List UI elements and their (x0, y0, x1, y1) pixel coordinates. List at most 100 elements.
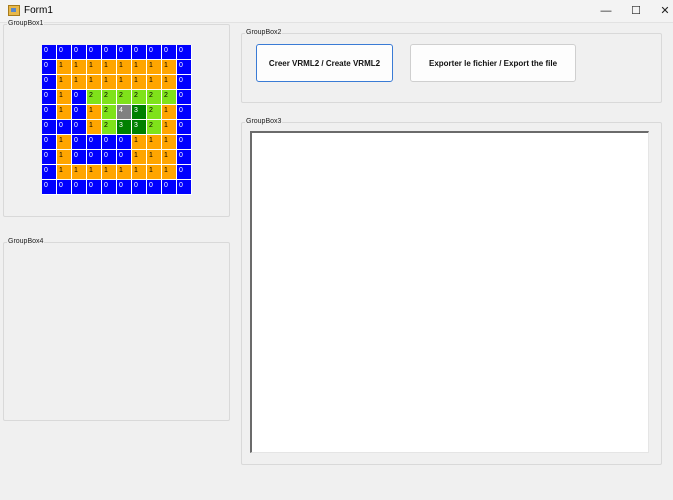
grid-cell: 0 (177, 90, 192, 105)
grid-cell: 0 (117, 180, 132, 195)
grid-cell: 1 (132, 135, 147, 150)
grid-cell: 1 (102, 75, 117, 90)
maximize-icon: ☐ (631, 5, 641, 17)
grid-cell: 1 (132, 60, 147, 75)
grid-cell: 0 (42, 150, 57, 165)
grid-cell: 1 (57, 75, 72, 90)
maximize-button[interactable]: ☐ (622, 0, 650, 22)
grid-cell: 1 (162, 120, 177, 135)
grid-cell: 2 (87, 90, 102, 105)
grid-cell: 0 (177, 180, 192, 195)
grid-cell: 2 (102, 90, 117, 105)
minimize-button[interactable]: — (592, 0, 620, 22)
grid-cell: 1 (87, 165, 102, 180)
grid-cell: 0 (102, 180, 117, 195)
grid-cell: 0 (42, 75, 57, 90)
grid-cell: 1 (147, 135, 162, 150)
grid-cell: 2 (132, 90, 147, 105)
grid-cell: 1 (87, 60, 102, 75)
grid-cell: 0 (87, 135, 102, 150)
grid-cell: 1 (87, 120, 102, 135)
grid-cell: 1 (57, 150, 72, 165)
grid-cell: 0 (42, 90, 57, 105)
grid-cell: 1 (57, 90, 72, 105)
grid-cell: 0 (42, 60, 57, 75)
grid-cell: 0 (57, 45, 72, 60)
grid-cell: 0 (42, 135, 57, 150)
groupbox4 (3, 242, 230, 421)
window-title: Form1 (24, 5, 53, 16)
minimize-icon: — (600, 5, 612, 17)
grid-cell: 1 (162, 60, 177, 75)
grid-cell: 1 (147, 75, 162, 90)
grid-cell: 0 (72, 120, 87, 135)
grid-cell: 0 (102, 45, 117, 60)
grid-cell: 2 (162, 90, 177, 105)
grid-cell: 1 (87, 105, 102, 120)
cell-grid: 0000000000011111111001111111100102222220… (42, 45, 192, 195)
grid-cell: 2 (117, 90, 132, 105)
grid-cell: 2 (147, 105, 162, 120)
grid-cell: 1 (162, 165, 177, 180)
grid-cell: 0 (147, 45, 162, 60)
grid-cell: 0 (177, 120, 192, 135)
grid-cell: 1 (117, 60, 132, 75)
grid-cell: 1 (132, 165, 147, 180)
grid-cell: 0 (87, 45, 102, 60)
grid-cell: 0 (177, 75, 192, 90)
grid-cell: 0 (177, 45, 192, 60)
grid-cell: 0 (102, 135, 117, 150)
grid-cell: 1 (102, 60, 117, 75)
grid-cell: 2 (147, 90, 162, 105)
grid-cell: 0 (117, 150, 132, 165)
close-button[interactable]: ✕ (651, 0, 673, 22)
grid-cell: 1 (102, 165, 117, 180)
create-vrml2-button[interactable]: Creer VRML2 / Create VRML2 (256, 44, 393, 82)
grid-cell: 1 (57, 60, 72, 75)
grid-cell: 0 (177, 150, 192, 165)
grid-cell: 0 (42, 45, 57, 60)
groupbox4-label: GroupBox4 (7, 238, 45, 245)
grid-cell: 0 (57, 180, 72, 195)
grid-cell: 0 (177, 105, 192, 120)
grid-cell: 0 (72, 90, 87, 105)
grid-cell: 1 (72, 75, 87, 90)
grid-cell: 0 (87, 150, 102, 165)
grid-cell: 0 (57, 120, 72, 135)
grid-cell: 1 (147, 150, 162, 165)
export-file-button[interactable]: Exporter le fichier / Export the file (410, 44, 576, 82)
grid-cell: 1 (162, 105, 177, 120)
grid-cell: 0 (132, 45, 147, 60)
close-icon: ✕ (660, 5, 670, 17)
grid-cell: 1 (57, 105, 72, 120)
grid-cell: 1 (57, 165, 72, 180)
grid-cell: 0 (177, 60, 192, 75)
grid-cell: 0 (42, 105, 57, 120)
vrml-output-textarea[interactable] (250, 131, 649, 453)
grid-cell: 2 (147, 120, 162, 135)
grid-cell: 0 (72, 45, 87, 60)
app-icon (8, 5, 20, 16)
grid-cell: 1 (132, 150, 147, 165)
grid-cell: 0 (42, 120, 57, 135)
grid-cell: 1 (72, 165, 87, 180)
grid-cell: 0 (162, 45, 177, 60)
grid-cell: 2 (102, 105, 117, 120)
grid-cell: 4 (117, 105, 132, 120)
grid-cell: 0 (72, 180, 87, 195)
grid-cell: 0 (87, 180, 102, 195)
grid-cell: 1 (147, 165, 162, 180)
title-bar: Form1 — ☐ ✕ (0, 0, 673, 23)
grid-cell: 3 (132, 105, 147, 120)
grid-cell: 1 (132, 75, 147, 90)
grid-cell: 1 (117, 75, 132, 90)
grid-cell: 1 (72, 60, 87, 75)
grid-cell: 1 (162, 75, 177, 90)
grid-cell: 1 (147, 60, 162, 75)
grid-cell: 0 (162, 180, 177, 195)
grid-cell: 1 (162, 135, 177, 150)
grid-cell: 0 (42, 165, 57, 180)
grid-cell: 2 (102, 120, 117, 135)
grid-cell: 0 (117, 45, 132, 60)
grid-cell: 0 (72, 105, 87, 120)
